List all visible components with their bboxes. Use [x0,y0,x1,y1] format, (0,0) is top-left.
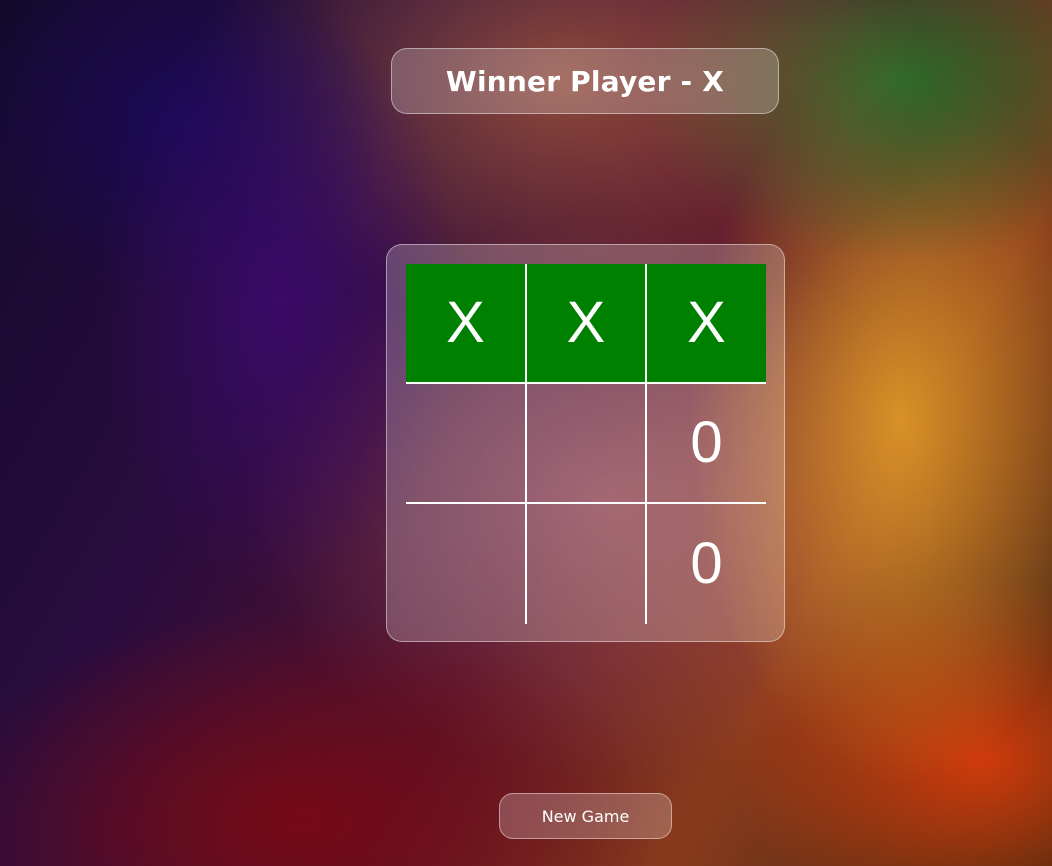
game-board-card: X X X 0 0 [386,244,785,642]
winner-text: Winner Player - X [445,64,725,98]
board-cell-8[interactable] [527,504,645,624]
winner-banner: Winner Player - X [391,48,779,114]
new-game-button[interactable]: New Game [499,793,672,839]
board-cell-6[interactable]: 0 [647,384,766,502]
board-cell-7[interactable] [406,504,525,624]
board-cell-4[interactable] [406,384,525,502]
board-cell-2[interactable]: X [527,264,645,382]
board-cell-9[interactable]: 0 [647,504,766,624]
board-cell-3[interactable]: X [647,264,766,382]
board-cell-1[interactable]: X [406,264,525,382]
game-board: X X X 0 0 [406,264,766,624]
board-cell-5[interactable] [527,384,645,502]
